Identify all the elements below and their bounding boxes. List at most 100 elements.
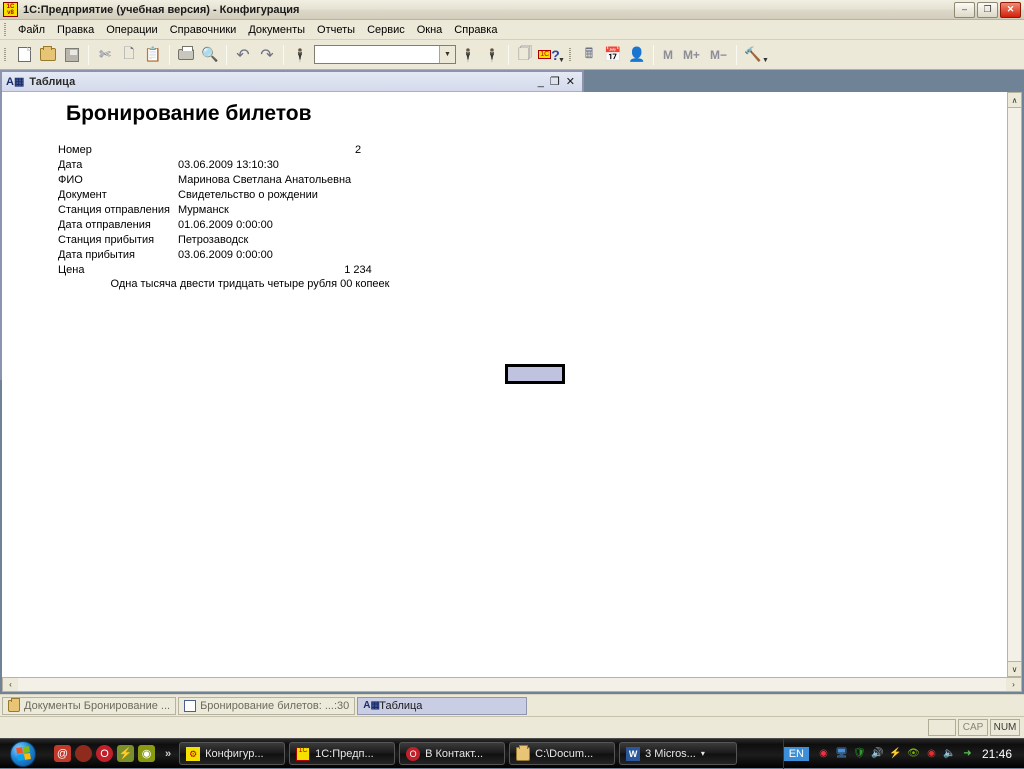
quick-launch-overflow-chevron[interactable]: »: [159, 748, 177, 760]
taskbar-button-vkontakte[interactable]: O В Контакт...: [399, 742, 505, 765]
copy-icon[interactable]: 🗋: [117, 43, 141, 67]
report-label-arrival-station: Станция прибытия: [58, 234, 178, 246]
open-folder-icon[interactable]: [36, 43, 60, 67]
mdi-desktop-area: Документы Бронирование билетов ❐ ✕ Де: [0, 70, 1024, 694]
taskbar-button-word-group[interactable]: W 3 Micros... ▾: [619, 742, 737, 765]
taskbar-button-explorer[interactable]: C:\Docum...: [509, 742, 615, 765]
status-badge-caps-lock: CAP: [958, 719, 988, 736]
toolbar-separator: [736, 45, 737, 65]
maximize-button[interactable]: ❐: [977, 2, 998, 18]
report-label-departure-station: Станция отправления: [58, 204, 178, 216]
report-value-number: 2: [178, 144, 538, 156]
redo-arrow-icon[interactable]: ↷: [255, 43, 279, 67]
mail-at-icon[interactable]: @: [54, 745, 71, 762]
spreadsheet-minimize-button[interactable]: _: [538, 76, 544, 88]
folder-icon: [8, 700, 20, 712]
calculator-icon[interactable]: 🖩: [577, 43, 601, 67]
volume-icon[interactable]: 🔈: [942, 746, 957, 761]
spreadsheet-title-text: Таблица: [29, 76, 537, 88]
spreadsheet-sheet-area[interactable]: Бронирование билетов Номер 2 Дата 03.06.…: [2, 92, 1007, 677]
main-application-window: 1C v8 1С:Предприятие (учебная версия) - …: [0, 0, 1024, 738]
new-document-icon[interactable]: [12, 43, 36, 67]
memory-sub-button[interactable]: M−: [705, 48, 732, 62]
user-active-icon[interactable]: 👤: [625, 43, 649, 67]
spreadsheet-maximize-button[interactable]: ❐: [550, 75, 560, 88]
report-row-document: Документ Свидетельство о рождении: [58, 187, 1007, 202]
mdi-task-spreadsheet[interactable]: A▦ Таблица: [357, 697, 527, 715]
taskbar-button-explorer-label: C:\Docum...: [535, 748, 593, 760]
windows-cascade-icon[interactable]: 🗍: [513, 43, 537, 67]
toolbar-grip-handle[interactable]: [2, 47, 9, 63]
shield-update-icon[interactable]: 🛡: [852, 746, 867, 761]
spreadsheet-icon: A▦: [6, 75, 24, 88]
start-button[interactable]: [0, 740, 46, 768]
print-preview-icon[interactable]: 🔍: [198, 43, 222, 67]
icq-green-icon[interactable]: ◉: [138, 745, 155, 762]
report-row-price: Цена 1 234: [58, 262, 1007, 277]
calendar-icon[interactable]: 📅: [601, 43, 625, 67]
nvidia-icon[interactable]: 👁: [906, 746, 921, 761]
spreadsheet-window[interactable]: A▦ Таблица _ ❐ ✕ Бронирование билетов Но…: [0, 70, 584, 380]
menu-item-edit[interactable]: Правка: [51, 22, 100, 38]
menu-item-reports[interactable]: Отчеты: [311, 22, 361, 38]
menu-item-operations[interactable]: Операции: [100, 22, 163, 38]
spreadsheet-close-button[interactable]: ✕: [566, 75, 575, 88]
utorrent-icon[interactable]: ⚡: [117, 745, 134, 762]
toolbar-grip-handle-2[interactable]: [567, 47, 574, 63]
paste-icon[interactable]: 📋: [141, 43, 165, 67]
find-prev-binoculars-icon[interactable]: 🕴: [480, 43, 504, 67]
spreadsheet-horizontal-scrollbar[interactable]: ‹ ›: [2, 677, 1022, 692]
chevron-down-icon[interactable]: ▼: [439, 46, 455, 63]
memory-add-button[interactable]: M+: [678, 48, 705, 62]
menu-item-documents[interactable]: Документы: [242, 22, 311, 38]
mdi-task-documents-list[interactable]: Документы Бронирование ...: [2, 697, 176, 715]
menu-item-help[interactable]: Справка: [448, 22, 503, 38]
find-next-binoculars-icon[interactable]: 🕴: [456, 43, 480, 67]
taskbar-button-configurator[interactable]: ⚙ Конфигур...: [179, 742, 285, 765]
network-icon[interactable]: 🖥: [834, 746, 849, 761]
close-button[interactable]: ✕: [1000, 2, 1021, 18]
print-icon[interactable]: [174, 43, 198, 67]
app-logo-icon: 1C v8: [3, 2, 18, 17]
scroll-right-button[interactable]: ›: [1006, 678, 1021, 691]
safely-remove-icon[interactable]: ➜: [960, 746, 975, 761]
spreadsheet-vertical-scrollbar[interactable]: ∧ ∨: [1007, 92, 1022, 677]
menu-item-file[interactable]: Файл: [12, 22, 51, 38]
antivirus-icon[interactable]: ◉: [924, 746, 939, 761]
search-combo[interactable]: ▼: [314, 45, 456, 64]
memory-recall-button[interactable]: M: [658, 48, 678, 62]
opera-icon[interactable]: O: [96, 745, 113, 762]
menu-item-service[interactable]: Сервис: [361, 22, 411, 38]
menu-item-windows[interactable]: Окна: [411, 22, 449, 38]
speaker-icon[interactable]: 🔊: [870, 746, 885, 761]
taskbar-clock[interactable]: 21:46: [978, 747, 1018, 761]
app-toolbar: ✄ 🗋 📋 🔍 ↶ ↷ 🕴 ▼ 🕴 🕴 🗍 1C? ▼ 🖩 📅 👤 M M+ M…: [0, 40, 1024, 70]
minimize-button[interactable]: –: [954, 2, 975, 18]
menu-grip-handle[interactable]: [2, 22, 9, 38]
taskbar-button-word-group-label: 3 Micros...: [645, 748, 696, 760]
report-value-document: Свидетельство о рождении: [178, 189, 318, 201]
taskbar-button-enterprise[interactable]: 1C 1С:Предп...: [289, 742, 395, 765]
menu-item-catalogs[interactable]: Справочники: [164, 22, 243, 38]
opera-red-icon[interactable]: [75, 745, 92, 762]
hammer-wrench-icon[interactable]: 🔨: [741, 43, 765, 67]
find-binoculars-icon[interactable]: 🕴: [288, 43, 312, 67]
scroll-left-button[interactable]: ‹: [3, 678, 18, 691]
windows-taskbar: @ O ⚡ ◉ » ⚙ Конфигур... 1C 1С:Предп... O…: [0, 738, 1024, 768]
utorrent-icon[interactable]: ⚡: [888, 746, 903, 761]
scroll-down-button[interactable]: ∨: [1008, 661, 1021, 676]
report-label-fio: ФИО: [58, 174, 178, 186]
selected-cell[interactable]: [505, 364, 565, 384]
spreadsheet-title-bar: A▦ Таблица _ ❐ ✕: [2, 72, 582, 92]
scroll-up-button[interactable]: ∧: [1008, 93, 1021, 108]
language-indicator[interactable]: EN: [784, 747, 809, 761]
cut-scissors-icon[interactable]: ✄: [93, 43, 117, 67]
save-disk-icon[interactable]: [60, 43, 84, 67]
opera-icon[interactable]: ◉: [816, 746, 831, 761]
mdi-window-taskbar: Документы Бронирование ... Бронирование …: [0, 694, 1024, 716]
mdi-task-booking-form[interactable]: Бронирование билетов: ...:30: [178, 697, 355, 715]
undo-arrow-icon[interactable]: ↶: [231, 43, 255, 67]
toolbar-separator: [283, 45, 284, 65]
1c-help-icon[interactable]: 1C?: [537, 43, 561, 67]
chevron-down-icon[interactable]: ▾: [701, 749, 705, 758]
